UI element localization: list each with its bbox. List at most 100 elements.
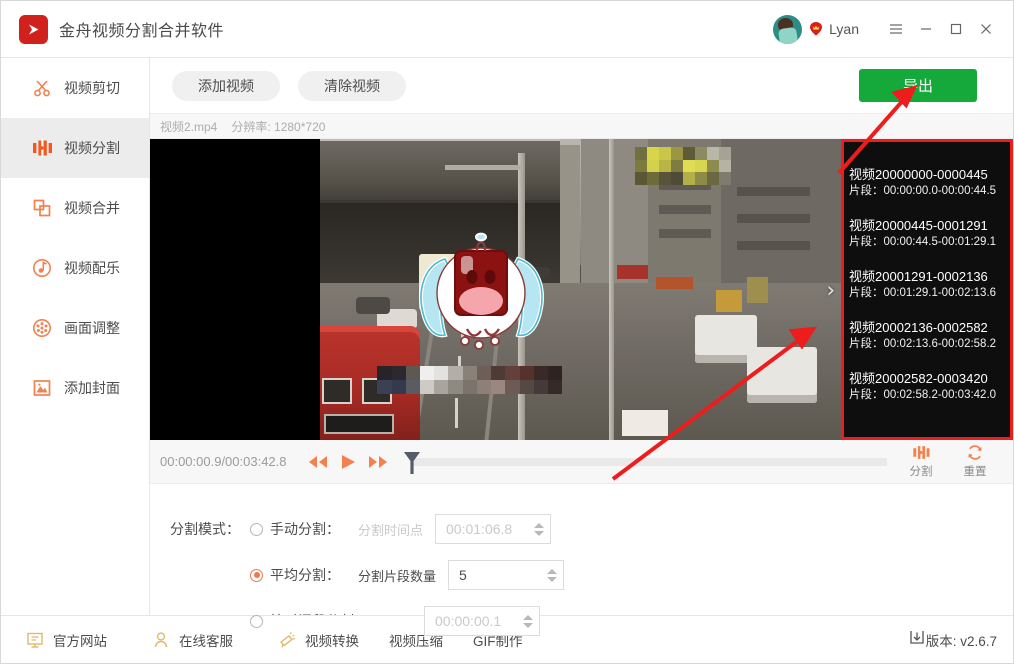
segment-range: 片段：00:02:58.2-00:03:42.0 <box>849 389 997 401</box>
sidebar: 视频剪切 视频分割 视频合并 视频配乐 画面调整 添加封面 <box>1 58 150 615</box>
segment-list[interactable]: 视频20000000-0000445 片段：00:00:00.0-00:00:4… <box>841 139 1013 440</box>
segment-name: 视频20001291-0002136 <box>849 269 988 284</box>
mosaic-censor-top <box>635 147 732 185</box>
timeline-bar[interactable] <box>410 457 887 466</box>
application-window: 金舟视频分割合并软件 Lyan 视频剪切 视频分割 视频合并 视频配乐 画面调整… <box>0 0 1014 664</box>
scene-shop-sign <box>747 277 769 304</box>
sidebar-item-add-cover[interactable]: 添加封面 <box>1 358 149 418</box>
close-icon[interactable] <box>971 14 1001 44</box>
scene-shop-sign <box>616 265 649 280</box>
segment-range: 片段：00:02:13.6-00:02:58.2 <box>849 338 997 350</box>
scene-storefront <box>622 410 669 436</box>
playhead-marker-icon[interactable] <box>403 451 421 475</box>
rewind-icon[interactable] <box>303 447 333 477</box>
segment-range: 片段：00:00:00.0-00:00:44.5 <box>849 185 997 197</box>
reset-tool-button[interactable]: 重置 <box>949 444 1001 479</box>
reset-tool-label: 重置 <box>963 466 987 478</box>
sidebar-item-video-merge[interactable]: 视频合并 <box>1 178 149 238</box>
official-website-link[interactable]: 官方网站 <box>25 630 107 650</box>
mosaic-censor-bottom <box>377 366 563 394</box>
scene-shop-sign <box>715 289 742 312</box>
scene-shop-sign <box>656 277 693 290</box>
minimize-icon[interactable] <box>911 14 941 44</box>
music-disc-icon <box>31 257 53 279</box>
official-website-label: 官方网站 <box>53 633 107 649</box>
play-icon[interactable] <box>333 447 363 477</box>
stepper-arrows[interactable] <box>541 568 563 582</box>
scene-tram-window <box>324 414 394 434</box>
stepper-arrows[interactable] <box>517 614 539 628</box>
sidebar-item-label: 视频配乐 <box>64 260 120 276</box>
scene-window-row <box>736 187 810 197</box>
next-frame-arrow-icon[interactable]: › <box>827 278 835 302</box>
option-label-manual: 手动分割： <box>270 521 340 537</box>
radio-interval-split[interactable] <box>250 614 263 628</box>
split-tool-button[interactable]: 分割 <box>895 444 947 479</box>
segment-item[interactable]: 视频20000000-0000445 片段：00:00:00.0-00:00:4… <box>849 166 1010 200</box>
segment-item[interactable]: 视频20001291-0002136 片段：00:01:29.1-00:02:1… <box>849 268 1010 302</box>
radio-average-split[interactable] <box>250 568 263 582</box>
clear-video-button[interactable]: 清除视频 <box>298 70 406 101</box>
interval-input[interactable]: 00:00:00.1 <box>424 606 541 636</box>
sidebar-item-label: 视频合并 <box>64 200 120 216</box>
scene-lane-dash <box>455 397 459 428</box>
split-time-input[interactable]: 00:01:06.8 <box>435 514 552 544</box>
sidebar-item-video-music[interactable]: 视频配乐 <box>1 238 149 298</box>
segment-name: 视频20002582-0003420 <box>849 371 988 386</box>
sidebar-item-label: 画面调整 <box>64 320 120 336</box>
video-convert-label: 视频转换 <box>305 633 359 649</box>
version-group: 版本: v2.6.7 <box>908 628 997 651</box>
scene-window-row <box>736 214 810 224</box>
split-option-row-manual: 分割模式： 手动分割： 分割时间点 00:01:06.8 <box>158 506 1013 552</box>
scene-pole-arm <box>445 165 524 170</box>
video-preview[interactable]: › <box>150 139 841 440</box>
segment-item[interactable]: 视频20000445-0001291 片段：00:00:44.5-00:01:2… <box>849 217 1010 251</box>
menu-icon[interactable] <box>881 14 911 44</box>
play-logo-icon <box>19 14 48 44</box>
interval-value: 00:00:00.1 <box>435 613 502 629</box>
timeline-track[interactable] <box>397 447 887 477</box>
segment-name: 视频20002136-0002582 <box>849 320 988 335</box>
toolbar: 添加视频 清除视频 导出 <box>150 58 1013 113</box>
sidebar-item-picture-adjust[interactable]: 画面调整 <box>1 298 149 358</box>
sidebar-item-label: 添加封面 <box>64 380 120 396</box>
player-controls: 00:00:00.9/00:03:42.8 分割 重置 <box>150 440 1013 484</box>
app-title: 金舟视频分割合并软件 <box>59 23 225 40</box>
title-bar: 金舟视频分割合并软件 Lyan <box>1 1 1013 58</box>
add-video-button[interactable]: 添加视频 <box>172 70 280 101</box>
image-icon <box>31 377 53 399</box>
user-avatar[interactable] <box>773 14 803 44</box>
segment-name: 视频20000445-0001291 <box>849 218 988 233</box>
body-region: 视频剪切 视频分割 视频合并 视频配乐 画面调整 添加封面 添加视频 清除视频 … <box>1 58 1013 644</box>
sidebar-item-video-cut[interactable]: 视频剪切 <box>1 58 149 118</box>
sidebar-item-label: 视频剪切 <box>64 80 120 96</box>
video-frame-scene: › <box>320 139 841 440</box>
scene-window-row <box>736 241 810 251</box>
segment-item[interactable]: 视频20002582-0003420 片段：00:02:58.2-00:03:4… <box>849 370 1010 404</box>
video-convert-link[interactable]: 视频转换 <box>277 630 359 650</box>
preview-region: › 视频20000000-0000445 片段：00:00:00.0-00:00… <box>150 139 1013 440</box>
scissors-icon <box>31 77 53 99</box>
radio-manual-split[interactable] <box>250 522 263 536</box>
fast-forward-icon[interactable] <box>363 447 393 477</box>
split-option-row-average: 平均分割： 分割片段数量 5 <box>158 552 1013 598</box>
megaphone-icon <box>277 630 297 650</box>
stepper-arrows[interactable] <box>528 522 550 536</box>
segment-name: 视频20000000-0000445 <box>849 167 988 182</box>
sub-label-segment-count: 分割片段数量 <box>358 568 437 584</box>
online-support-label: 在线客服 <box>179 633 233 649</box>
maximize-icon[interactable] <box>941 14 971 44</box>
scene-truck <box>747 347 818 403</box>
scene-window-row <box>658 205 711 215</box>
segment-count-input[interactable]: 5 <box>448 560 565 590</box>
online-support-link[interactable]: 在线客服 <box>151 630 233 650</box>
main-panel: 添加视频 清除视频 导出 视频2.mp4 分辨率: 1280*720 › 视频2… <box>150 58 1013 644</box>
sub-label-split-time: 分割时间点 <box>358 522 424 538</box>
export-button[interactable]: 导出 <box>859 69 977 102</box>
segment-item[interactable]: 视频20002136-0002582 片段：00:02:13.6-00:02:5… <box>849 319 1010 353</box>
sidebar-item-video-split[interactable]: 视频分割 <box>1 118 149 178</box>
titlebar-right-group: Lyan <box>773 14 1001 44</box>
download-icon <box>908 628 926 651</box>
scene-tram-window <box>322 378 352 404</box>
letterbox-bar <box>150 139 320 440</box>
